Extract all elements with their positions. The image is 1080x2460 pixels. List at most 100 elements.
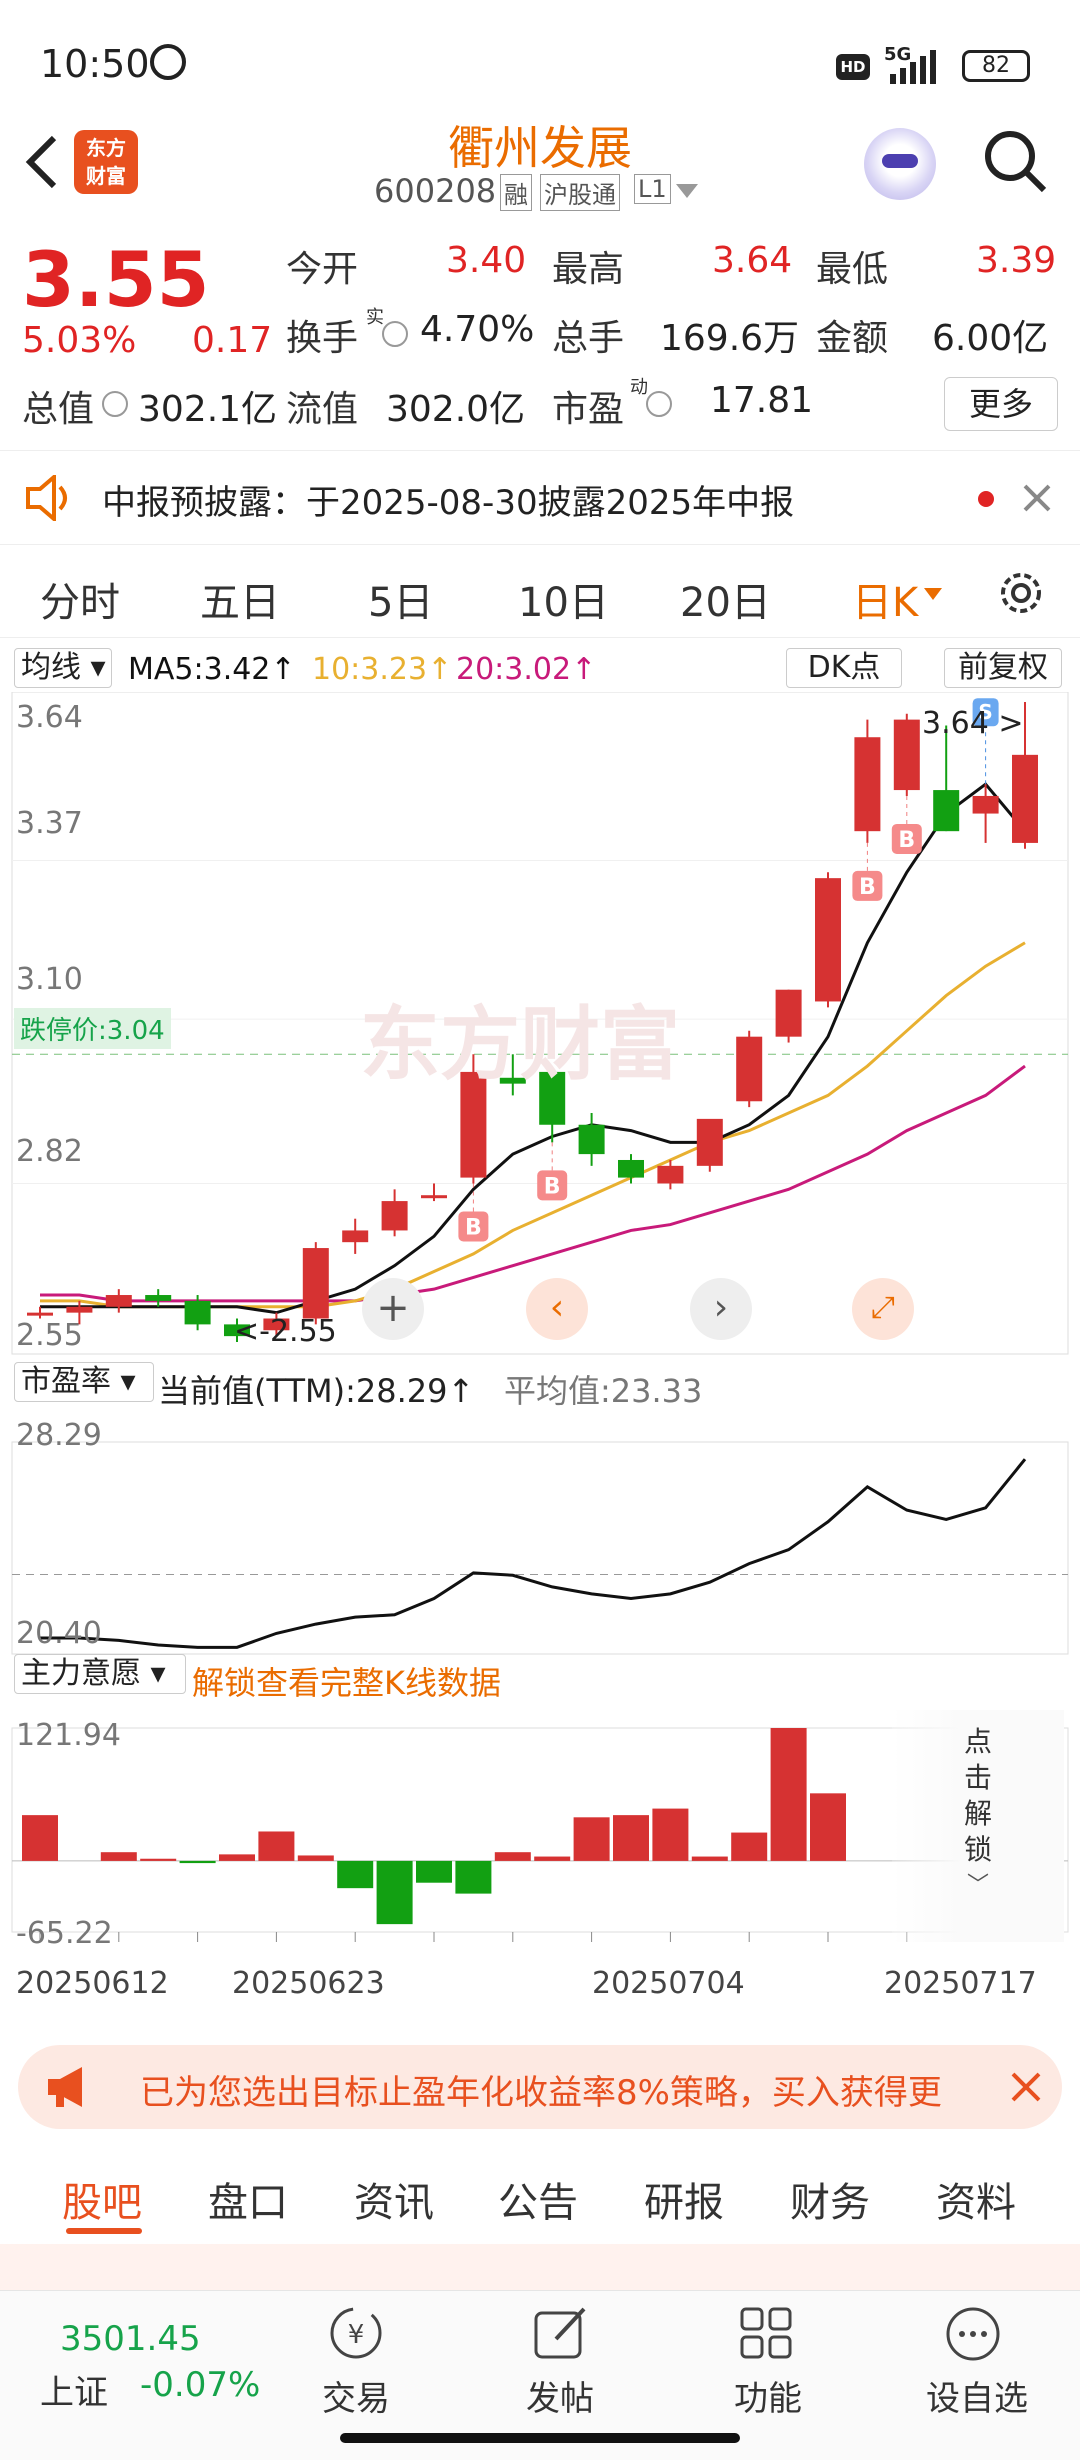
candle-body [815, 878, 841, 1002]
tab-20d[interactable]: 20日 [680, 570, 771, 628]
index-change: -0.07% [140, 2365, 261, 2405]
candle-body [854, 737, 881, 832]
info-icon[interactable] [646, 391, 672, 417]
volume-value: 169.6万 [660, 318, 800, 359]
date-label: 20250623 [232, 1966, 385, 2001]
amount-value: 6.00亿 [932, 318, 1049, 359]
flow-bar [810, 1793, 846, 1861]
back-arrow-icon[interactable] [22, 132, 62, 192]
content-tabs: 股吧 盘口 资讯 公告 研报 财务 资料 [0, 2140, 1080, 2240]
gear-icon[interactable] [996, 568, 1046, 618]
trade-icon[interactable]: ¥ [326, 2305, 386, 2361]
info-icon[interactable] [382, 321, 408, 347]
tab-5d[interactable]: 5日 [368, 570, 433, 628]
y-tick-label: 3.10 [16, 962, 83, 997]
flow-min-label: -65.22 [16, 1916, 113, 1951]
active-tab-indicator [66, 2228, 142, 2234]
post-label[interactable]: 发帖 [526, 2371, 594, 2420]
pe-max-label: 28.29 [16, 1418, 102, 1453]
tab-news[interactable]: 资讯 [354, 2170, 434, 2228]
unlock-overlay[interactable]: 点击解锁 ﹀ [892, 1710, 1064, 1942]
y-tick-label: 3.37 [16, 806, 83, 841]
amount-label: 金额 [816, 318, 889, 359]
chevron-down-icon[interactable] [924, 588, 942, 600]
promo-text: 已为您选出目标止盈年化收益率8%策略，买入获得更 [140, 2073, 942, 2113]
buy-signal-text: B [898, 828, 915, 853]
flow-bar [573, 1817, 610, 1861]
more-dots-icon[interactable] [944, 2305, 1002, 2363]
post-icon[interactable] [532, 2305, 590, 2361]
tab-daily-k[interactable]: 日K [852, 570, 918, 628]
megaphone-icon [48, 2067, 82, 2107]
volume-label: 总手 [552, 318, 625, 359]
pe-label: 市盈 [552, 389, 625, 430]
more-button[interactable]: 更多 [944, 377, 1058, 431]
index-value[interactable]: 3501.45 [60, 2319, 201, 2359]
flow-bar [179, 1860, 216, 1864]
buy-signal-text: B [465, 1215, 482, 1240]
tab-profile[interactable]: 资料 [936, 2170, 1016, 2228]
candle-body [381, 1201, 408, 1231]
pe-select[interactable]: 市盈率 ▾ [14, 1362, 154, 1402]
flow-bar [100, 1852, 137, 1861]
tab-research[interactable]: 研报 [644, 2170, 724, 2228]
date-label: 20250612 [16, 1966, 169, 2001]
dropdown-icon[interactable] [676, 184, 698, 198]
date-label: 20250704 [592, 1966, 745, 2001]
promo-banner[interactable]: 已为您选出目标止盈年化收益率8%策略，买入获得更 [18, 2045, 1062, 2129]
flow-bar [140, 1858, 177, 1861]
flow-bar [22, 1815, 58, 1861]
open-value: 3.40 [446, 240, 527, 281]
float-label: 流值 [286, 389, 359, 430]
add-watchlist-label[interactable]: 设自选 [926, 2371, 1028, 2420]
turnover-sup: 实 [366, 307, 384, 328]
flow-bar [258, 1831, 295, 1861]
search-icon[interactable] [982, 128, 1048, 194]
notice-bar[interactable]: 中报预披露：于2025-08-30披露2025年中报 [0, 450, 1080, 545]
dk-button[interactable]: DK点 [786, 648, 902, 688]
indicator-select[interactable]: 均线 ▾ [14, 648, 112, 688]
flow-bar [297, 1855, 334, 1861]
stock-header: 东方 财富 衢州发展 600208 融 沪股通 L1 [0, 100, 1080, 220]
info-icon[interactable] [102, 391, 128, 417]
turnover-label: 换手 [286, 318, 359, 359]
pe-average: 平均值:23.33 [504, 1372, 703, 1410]
pe-frame [11, 1441, 1069, 1655]
candle-body [736, 1036, 763, 1102]
candle-body [696, 1118, 723, 1166]
quote-panel: 3.55 5.03% 0.17 今开 3.40 最高 3.64 最低 3.39 … [0, 225, 1080, 445]
candle-body [893, 719, 920, 791]
candle-body [1012, 754, 1038, 843]
flow-bar [494, 1852, 531, 1861]
tab-finance[interactable]: 财务 [790, 2170, 870, 2228]
flow-select[interactable]: 主力意愿 ▾ [14, 1654, 186, 1694]
close-icon[interactable] [1010, 2071, 1042, 2103]
eastmoney-logo[interactable]: 东方 财富 [74, 130, 138, 194]
adjust-button[interactable]: 前复权 [944, 648, 1062, 688]
tab-five-day[interactable]: 五日 [200, 570, 280, 628]
tab-10d[interactable]: 10日 [518, 570, 609, 628]
functions-label[interactable]: 功能 [734, 2371, 802, 2420]
candle-body [657, 1165, 684, 1184]
tab-guba[interactable]: 股吧 [62, 2170, 142, 2228]
period-tabs: 分时 五日 5日 10日 20日 日K [0, 548, 1080, 638]
candle-body [618, 1159, 644, 1178]
pan-right-button[interactable]: › [690, 1278, 752, 1340]
change-amount: 0.17 [192, 320, 273, 361]
zoom-in-button[interactable]: + [362, 1278, 424, 1340]
close-icon[interactable] [1022, 483, 1052, 513]
fullscreen-button[interactable]: ⤢ [852, 1278, 914, 1340]
pan-left-button[interactable]: ‹ [526, 1278, 588, 1340]
robot-assistant-icon[interactable] [864, 128, 936, 200]
functions-icon[interactable] [738, 2305, 794, 2361]
mktcap-label: 总值 [22, 389, 95, 430]
buy-signal-text: B [859, 875, 876, 900]
unlock-link[interactable]: 解锁查看完整K线数据 [192, 1658, 501, 1704]
candle-body [775, 989, 802, 1037]
tab-intraday[interactable]: 分时 [40, 570, 120, 628]
tab-pankou[interactable]: 盘口 [208, 2170, 288, 2228]
tab-announcements[interactable]: 公告 [498, 2170, 578, 2228]
flow-bar [691, 1856, 728, 1861]
trade-label[interactable]: 交易 [322, 2371, 390, 2420]
flow-bar [219, 1854, 255, 1861]
